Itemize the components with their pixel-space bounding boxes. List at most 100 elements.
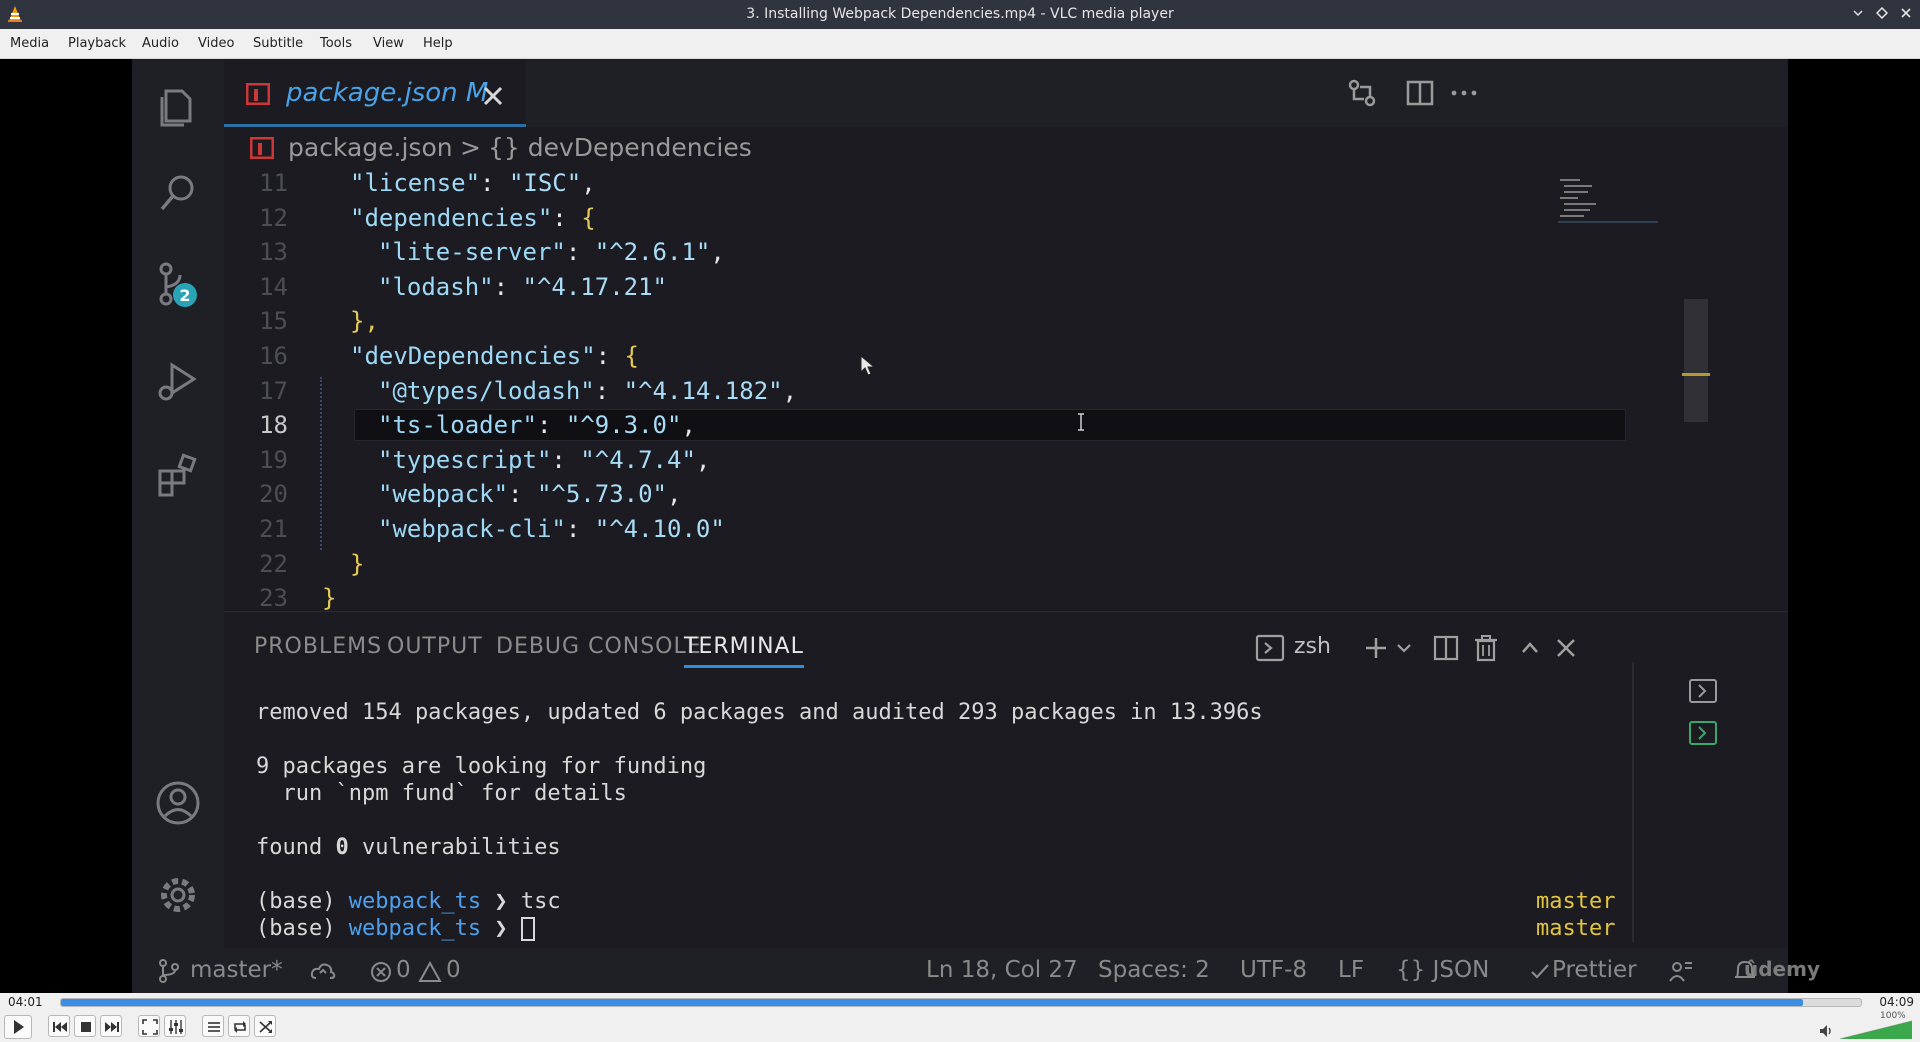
code-token: "lodash"	[378, 272, 494, 301]
terminal-list[interactable]	[1688, 672, 1768, 782]
chevron-down-icon[interactable]	[1388, 632, 1420, 664]
code-token: "devDependencies"	[350, 342, 596, 370]
code-token: ,	[695, 445, 711, 474]
menu-help[interactable]: Help	[423, 36, 453, 51]
chevron-down-icon	[1853, 10, 1863, 17]
tab-package-json[interactable]: package.json M	[224, 59, 526, 127]
scm-count-badge: 2	[179, 286, 190, 305]
tab-problems[interactable]: PROBLEMS	[254, 634, 382, 659]
shuffle-button[interactable]	[254, 1015, 276, 1037]
breadcrumb-file[interactable]: package.json	[288, 133, 453, 162]
code-line: "webpack": "^5.73.0",	[378, 480, 681, 508]
fullscreen-button[interactable]	[138, 1015, 160, 1037]
close-icon	[1901, 8, 1911, 18]
code-token: {	[624, 342, 639, 370]
loop-button[interactable]	[228, 1015, 250, 1037]
status-cursor-position[interactable]: Ln 18, Col 27	[926, 957, 1078, 983]
npm-file-icon	[246, 83, 270, 105]
menu-tools[interactable]: Tools	[320, 36, 352, 51]
menu-playback[interactable]: Playback	[68, 36, 126, 51]
feedback-icon[interactable]	[1668, 959, 1694, 985]
terminal-divider	[1632, 662, 1634, 942]
code-token: :	[536, 411, 566, 440]
sync-cloud-icon[interactable]	[310, 961, 336, 981]
code-token: ,	[782, 376, 798, 405]
line-number: 17	[259, 376, 288, 405]
breadcrumb-symbol[interactable]: {} devDependencies	[488, 133, 752, 162]
code-token: ,	[667, 480, 682, 509]
volume-slider[interactable]	[1840, 1017, 1912, 1039]
npm-file-icon	[250, 137, 274, 159]
code-line: "@types/lodash": "^4.14.182",	[378, 377, 797, 405]
gear-icon	[161, 878, 195, 912]
tab-terminal[interactable]: TERMINAL	[684, 634, 804, 668]
diamond-icon	[1875, 6, 1889, 20]
open-changes-icon[interactable]	[1346, 77, 1378, 109]
speaker-icon[interactable]	[1818, 1023, 1834, 1039]
code-line: "ts-loader": "^9.3.0",	[378, 411, 696, 439]
code-token: }	[322, 584, 337, 611]
minimize-button[interactable]	[1848, 5, 1868, 25]
split-editor-icon[interactable]	[1404, 77, 1436, 109]
playlist-button[interactable]	[202, 1015, 224, 1037]
status-formatter[interactable]: Prettier	[1552, 957, 1637, 983]
status-encoding[interactable]: UTF-8	[1240, 957, 1307, 983]
extended-settings-button[interactable]	[164, 1015, 186, 1037]
loop-icon	[234, 1021, 246, 1033]
line-number: 12	[259, 203, 288, 232]
code-line: "webpack-cli": "^4.10.0"	[378, 515, 725, 543]
split-terminal-icon[interactable]	[1430, 632, 1462, 664]
seek-slider[interactable]	[60, 998, 1862, 1007]
mouse-cursor-icon	[860, 355, 876, 376]
status-indentation[interactable]: Spaces: 2	[1098, 957, 1210, 983]
maximize-button[interactable]	[1872, 5, 1892, 25]
terminal-shell-icon	[1255, 634, 1285, 662]
status-language[interactable]: {} JSON	[1396, 957, 1489, 983]
menu-subtitle[interactable]: Subtitle	[253, 36, 303, 51]
previous-button[interactable]	[48, 1015, 70, 1037]
code-line: "devDependencies": {	[350, 342, 639, 370]
maximize-panel-icon[interactable]	[1514, 632, 1546, 664]
terminal-line: removed 154 packages, updated 6 packages…	[256, 700, 1263, 725]
next-button[interactable]	[100, 1015, 122, 1037]
editor-scrollbar[interactable]	[1684, 299, 1708, 422]
line-number: 11	[259, 169, 288, 197]
menu-video[interactable]: Video	[198, 36, 234, 51]
line-number: 22	[259, 549, 288, 578]
vscode-window-frame: 2 package.json M package.json > {} devDe…	[132, 59, 1788, 993]
menu-audio[interactable]: Audio	[142, 36, 179, 51]
line-number: 21	[259, 515, 288, 543]
line-number: 14	[259, 272, 288, 301]
udemy-watermark: ûdemy	[1744, 957, 1820, 981]
status-eol[interactable]: LF	[1338, 957, 1364, 983]
menu-view[interactable]: View	[373, 36, 404, 51]
terminal-output[interactable]: removed 154 packages, updated 6 packages…	[256, 680, 1616, 941]
tab-output[interactable]: OUTPUT	[387, 634, 483, 659]
play-button[interactable]	[4, 1015, 32, 1039]
minimap[interactable]	[1508, 169, 1658, 269]
status-bar: master* 0 0 Ln 18, Col 27 Spaces: 2 UTF-…	[132, 949, 1788, 993]
code-token: "lite-server"	[378, 238, 566, 267]
player-controls: 04:01 04:09 100%	[0, 993, 1920, 1042]
code-token: :	[595, 342, 625, 370]
status-warning-count[interactable]: 0	[446, 957, 461, 983]
code-token: :	[565, 515, 595, 543]
status-branch[interactable]: master*	[190, 957, 283, 983]
breadcrumb: package.json > {} devDependencies	[224, 127, 1788, 169]
close-panel-icon[interactable]	[1550, 632, 1582, 664]
menu-media[interactable]: Media	[10, 36, 49, 51]
trash-icon[interactable]	[1470, 632, 1502, 664]
stop-button[interactable]	[74, 1015, 96, 1037]
close-window-button[interactable]	[1896, 5, 1916, 25]
code-token: "^4.7.4"	[580, 445, 696, 474]
shell-name[interactable]: zsh	[1294, 634, 1331, 659]
code-token: "license"	[350, 169, 481, 197]
more-actions-icon[interactable]	[1448, 77, 1480, 109]
tab-debug-console[interactable]: DEBUG CONSOLE	[496, 634, 702, 659]
status-error-count[interactable]: 0	[396, 957, 411, 983]
line-number: 23	[259, 584, 288, 611]
tab-close-button[interactable]	[482, 77, 504, 115]
total-time: 04:09	[1879, 995, 1914, 1009]
video-area[interactable]: 2 package.json M package.json > {} devDe…	[0, 59, 1920, 993]
code-editor[interactable]: 11 12 13 14 15 16 17 18 19 20 21 22 23 "license": "I…	[224, 169, 1788, 611]
